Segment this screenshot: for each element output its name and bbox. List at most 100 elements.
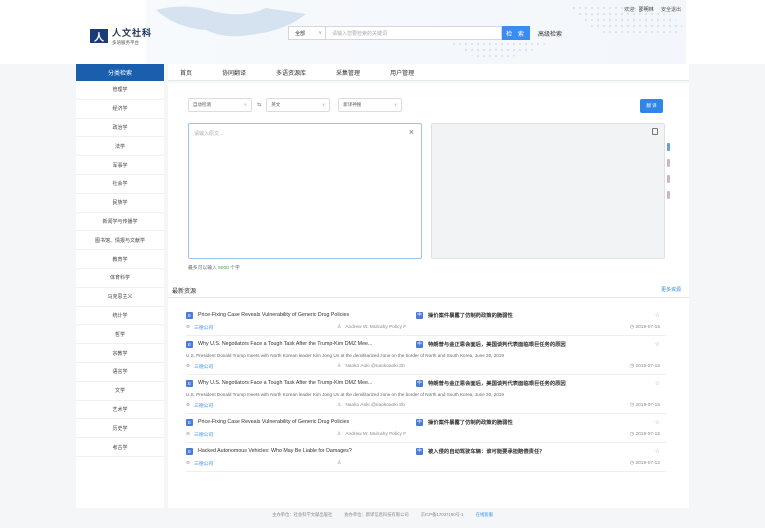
star-icon[interactable]: ☆ xyxy=(655,341,660,348)
sidebar-item[interactable]: 哲学 xyxy=(76,325,164,345)
scroll-marker[interactable] xyxy=(667,143,670,151)
source-language-value: 自动检测 xyxy=(193,102,211,107)
advanced-search-link[interactable]: 高级检索 xyxy=(538,29,562,38)
search-bar: 全部 ∨ 请输入您要检索的关键词 检 索 高级检索 xyxy=(288,26,562,40)
sidebar-heading: 分类检索 xyxy=(76,64,164,81)
resource-list: E Price-Fixing Case Reveals Vulnerability… xyxy=(186,307,666,472)
clear-icon[interactable]: × xyxy=(409,127,414,137)
resource-title-en[interactable]: Price-Fixing Case Reveals Vulnerability … xyxy=(198,312,416,318)
sidebar-item[interactable]: 法学 xyxy=(76,137,164,157)
resource-row[interactable]: E Why U.S. Negotiators Face a Tough Task … xyxy=(186,336,666,375)
resource-title-zh[interactable]: 特朗普与金正恩会面后，美国谈判代表面临艰巨任务的原因 xyxy=(428,340,566,348)
resource-publisher[interactable]: 三德公司 xyxy=(194,324,337,331)
resource-publisher[interactable]: 三德公司 xyxy=(194,460,337,467)
latest-resources-heading: 最新资源 xyxy=(172,289,197,295)
sidebar-item[interactable]: 文学 xyxy=(76,382,164,401)
resource-title-zh[interactable]: 操价案件暴露了仿制药政策的脆弱性 xyxy=(428,311,513,319)
scroll-marker[interactable] xyxy=(667,191,670,199)
nav-collection-mgmt[interactable]: 采集管理 xyxy=(336,68,360,77)
star-icon[interactable]: ☆ xyxy=(655,312,660,319)
resource-publisher[interactable]: 三德公司 xyxy=(194,363,337,370)
logo-title: 人文社科 xyxy=(112,28,153,38)
source-language-select[interactable]: 自动检测 ∨ xyxy=(188,98,252,112)
search-button[interactable]: 检 索 xyxy=(502,26,530,40)
sidebar-item[interactable]: 社会学 xyxy=(76,175,164,194)
resource-date-group: ◷ 2019-07-15 xyxy=(630,403,660,408)
sidebar-item[interactable]: 管理学 xyxy=(76,81,164,100)
nav-home[interactable]: 首页 xyxy=(180,68,192,77)
resource-title-en[interactable]: Hacked Autonomous Vehicles: Who May Be L… xyxy=(198,448,416,454)
resource-summary: U.S. President Donald Trump meets with N… xyxy=(186,352,504,358)
link-icon: ⊘ xyxy=(186,402,191,408)
resource-author: Andrew W. Mulcahy Policy F xyxy=(345,431,407,437)
person-icon: ♙ xyxy=(337,324,342,330)
star-icon[interactable]: ☆ xyxy=(655,419,660,426)
sidebar-item[interactable]: 语言学 xyxy=(76,363,164,382)
resource-row[interactable]: E Price-Fixing Case Reveals Vulnerability… xyxy=(186,414,666,443)
nav-resource-library[interactable]: 多语资源库 xyxy=(276,68,306,77)
username[interactable]: 邵明林 xyxy=(639,7,654,13)
footer-online-service-link[interactable]: 在线客服 xyxy=(476,512,493,518)
star-icon[interactable]: ☆ xyxy=(655,380,660,387)
sidebar-item[interactable]: 民族学 xyxy=(76,194,164,213)
resource-row[interactable]: E Price-Fixing Case Reveals Vulnerability… xyxy=(186,307,666,336)
sidebar-item[interactable]: 考古学 xyxy=(76,438,164,457)
star-icon[interactable]: ☆ xyxy=(655,448,660,455)
search-scope-value: 全部 xyxy=(295,30,306,37)
resource-title-en[interactable]: Price-Fixing Case Reveals Vulnerability … xyxy=(198,419,416,425)
sidebar-item[interactable]: 政治学 xyxy=(76,119,164,138)
target-language-select[interactable]: 英文 ∨ xyxy=(266,98,331,112)
engine-value: 新译神搜 xyxy=(343,102,362,107)
person-icon: ♙ xyxy=(337,363,342,369)
footer: 主办单位：社会科学文献出版社 协办单位：新译信息科技有限公司 京ICP备1703… xyxy=(0,512,765,518)
resource-publisher[interactable]: 三德公司 xyxy=(194,431,337,438)
resource-title-zh[interactable]: 操价案件暴露了仿制药政策的脆弱性 xyxy=(428,418,513,426)
resource-title-en[interactable]: Why U.S. Negotiators Face a Tough Task A… xyxy=(198,380,416,386)
resource-title-en[interactable]: Why U.S. Negotiators Face a Tough Task A… xyxy=(198,341,416,347)
resource-title-zh[interactable]: 特朗普与金正恩会面后，美国谈判代表面临艰巨任务的原因 xyxy=(428,379,566,387)
resource-publisher[interactable]: 三德公司 xyxy=(194,402,337,409)
scroll-marker[interactable] xyxy=(667,159,670,167)
copy-icon[interactable] xyxy=(652,128,658,135)
swap-languages-icon[interactable]: ⇆ xyxy=(257,102,261,108)
doc-badge-icon: 中 xyxy=(416,418,423,426)
sidebar-item[interactable]: 体育科学 xyxy=(76,269,164,288)
resource-meta: ⊘ 三德公司 ♙ Andrew W. Mulcahy Policy F ◷ 2019-0… xyxy=(186,321,666,333)
search-scope-select[interactable]: 全部 ∨ xyxy=(288,26,326,40)
translate-button[interactable]: 翻 译 xyxy=(640,99,663,113)
side-scroll-markers xyxy=(667,143,671,207)
resource-meta: ⊘ 三德公司 ♙ Naoko Aoki @naokoaoki Sb ◷ 2019-07-… xyxy=(186,399,666,411)
resource-row[interactable]: E Hacked Autonomous Vehicles: Who May Be … xyxy=(186,443,666,472)
engine-select[interactable]: 新译神搜 ∨ xyxy=(338,98,403,112)
logo[interactable]: 人 人文社科 多语服务平台 xyxy=(90,26,152,46)
chevron-down-icon: ∨ xyxy=(321,102,326,107)
logout-link[interactable]: 安全退出 xyxy=(661,7,681,13)
nav-collab-translate[interactable]: 协同翻译 xyxy=(222,68,246,77)
search-input[interactable]: 请输入您要检索的关键词 xyxy=(326,26,502,40)
sidebar-item[interactable]: 历史学 xyxy=(76,419,164,439)
resource-author: Naoko Aoki @naokoaoki Sb xyxy=(345,402,405,408)
doc-badge-icon: 中 xyxy=(416,340,423,348)
sidebar-item[interactable]: 艺术学 xyxy=(76,401,164,420)
more-resources-link[interactable]: 更多资源 xyxy=(661,286,681,293)
scroll-marker[interactable] xyxy=(667,175,670,183)
resource-date-group: ◷ 2019-07-15 xyxy=(630,432,660,437)
sidebar-item[interactable]: 新闻学与传播学 xyxy=(76,213,164,232)
nav-user-mgmt[interactable]: 用户管理 xyxy=(390,68,414,77)
doc-badge-icon: E xyxy=(186,340,193,348)
resource-author: Andrew W. Mulcahy Policy F xyxy=(345,324,407,330)
sidebar-item[interactable]: 图书馆、情报与文献学 xyxy=(76,231,164,251)
person-icon: ♙ xyxy=(337,431,342,437)
resource-author: Naoko Aoki @naokoaoki Sb xyxy=(345,363,405,369)
sidebar-item[interactable]: 经济学 xyxy=(76,100,164,119)
source-text-input[interactable]: 请输入原文... × xyxy=(188,123,422,259)
resource-row[interactable]: E Why U.S. Negotiators Face a Tough Task … xyxy=(186,375,666,414)
sidebar-item[interactable]: 马克思主义 xyxy=(76,288,164,307)
sidebar-item[interactable]: 教育学 xyxy=(76,250,164,269)
sidebar-item[interactable]: 统计学 xyxy=(76,307,164,326)
resource-title-zh[interactable]: 被入侵的自动驾驶车辆：谁可能要承担赔偿责任？ xyxy=(428,447,545,455)
resource-meta: ⊘ 三德公司 ♙ ◷ 2019-07-12 xyxy=(186,457,666,469)
sidebar-item[interactable]: 军事学 xyxy=(76,156,164,175)
sidebar-item[interactable]: 宗教学 xyxy=(76,344,164,363)
translation-output xyxy=(431,123,665,259)
